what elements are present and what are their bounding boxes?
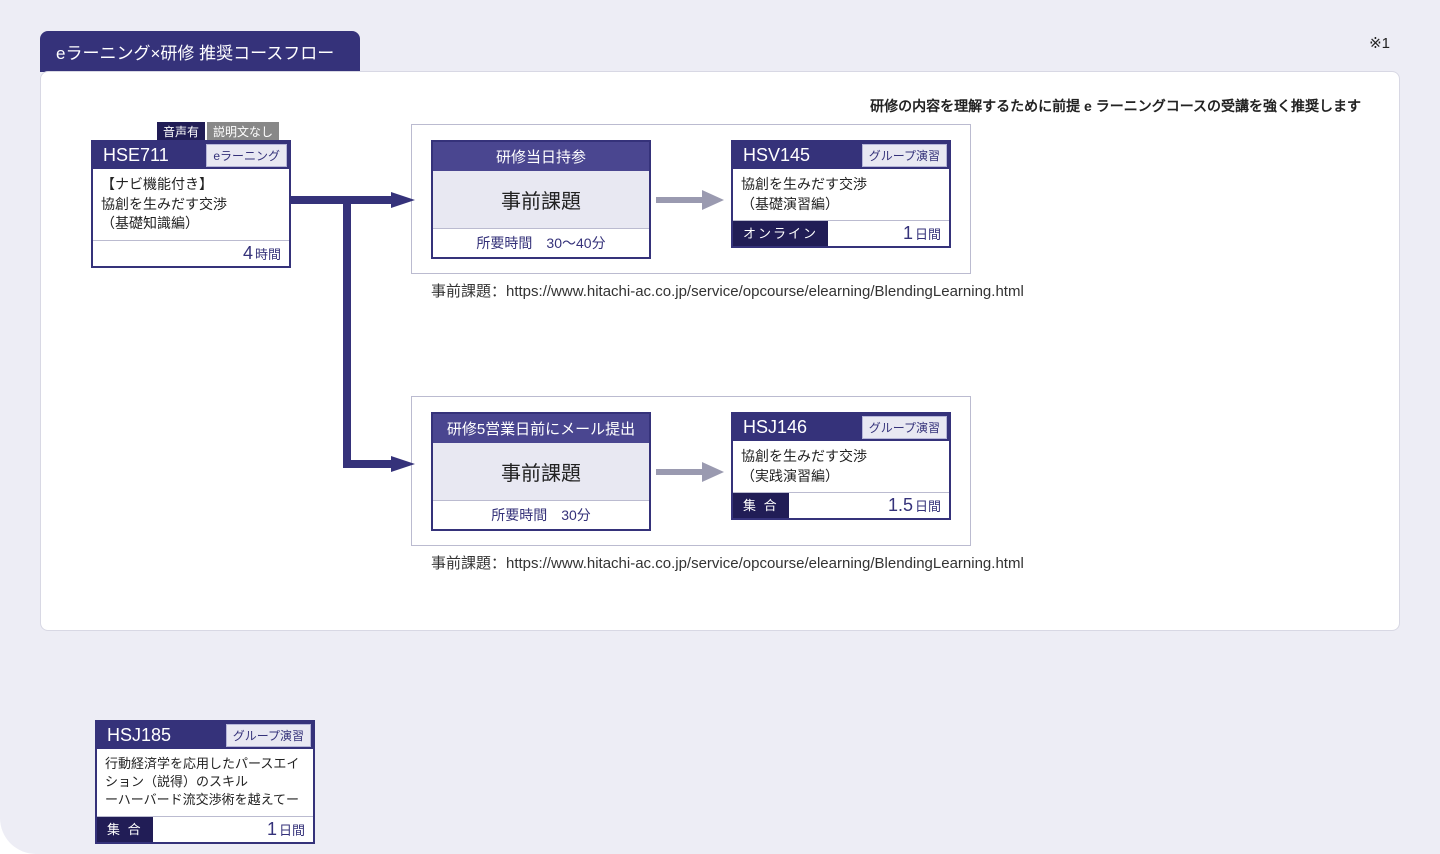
corner-note: ※1: [1369, 34, 1390, 52]
task-body: 事前課題: [433, 171, 649, 228]
pre-task-1: 研修当日持参 事前課題 所要時間 30～40分: [431, 140, 651, 259]
card-duration: 4時間: [93, 241, 289, 266]
card-tag: eラーニング: [206, 144, 287, 167]
card-mode: オンライン: [733, 221, 828, 246]
task-body: 事前課題: [433, 443, 649, 500]
flow-arrow-branch: [291, 192, 421, 482]
recommend-text: 研修の内容を理解するために前提 e ラーニングコースの受講を強く推奨します: [69, 96, 1361, 116]
task-footer: 所要時間 30分: [433, 500, 649, 529]
task-header: 研修当日持参: [433, 142, 649, 171]
card-tag: グループ演習: [862, 416, 947, 439]
card-body: 行動経済学を応用したパースエイション（説得）のスキル ーハーバード流交渉術を越え…: [97, 749, 313, 817]
card-tag: グループ演習: [226, 724, 311, 747]
page: ※1 eラーニング×研修 推奨コースフロー 研修の内容を理解するために前提 e …: [0, 0, 1440, 854]
card-body: 【ナビ機能付き】 協創を生みだす交渉 （基礎知識編）: [93, 169, 289, 241]
card-duration: 1.5日間: [789, 493, 949, 518]
card-code: HSV145: [743, 145, 810, 166]
card-mode: 集 合: [97, 817, 153, 842]
course-card-hsj185: HSJ185 グループ演習 行動経済学を応用したパースエイション（説得）のスキル…: [95, 720, 315, 844]
caption-1: 事前課題：https://www.hitachi-ac.co.jp/servic…: [431, 280, 1024, 301]
course-card-hsj146: HSJ146 グループ演習 協創を生みだす交渉 （実践演習編） 集 合 1.5日…: [731, 412, 951, 520]
task-header: 研修5営業日前にメール提出: [433, 414, 649, 443]
card-duration: 1日間: [828, 221, 949, 246]
pre-task-2: 研修5営業日前にメール提出 事前課題 所要時間 30分: [431, 412, 651, 531]
card-a-pills: 音声有 説明文なし: [157, 122, 279, 141]
section-tab: eラーニング×研修 推奨コースフロー: [40, 31, 360, 72]
course-card-hsv145: HSV145 グループ演習 協創を生みだす交渉 （基礎演習編） オンライン 1日…: [731, 140, 951, 248]
card-mode: 集 合: [733, 493, 789, 518]
card-code: HSJ185: [107, 725, 171, 746]
course-card-hse711: HSE711 eラーニング 【ナビ機能付き】 協創を生みだす交渉 （基礎知識編）…: [91, 140, 291, 268]
pill-no-desc: 説明文なし: [207, 122, 279, 141]
pill-audio: 音声有: [157, 122, 205, 141]
card-tag: グループ演習: [862, 144, 947, 167]
flow-panel: 研修の内容を理解するために前提 e ラーニングコースの受講を強く推奨します 音声…: [40, 71, 1400, 631]
caption-2: 事前課題：https://www.hitachi-ac.co.jp/servic…: [431, 552, 1024, 573]
card-duration: 1日間: [153, 817, 313, 842]
task-footer: 所要時間 30～40分: [433, 228, 649, 257]
card-code: HSJ146: [743, 417, 807, 438]
flow-arrow-small-1: [656, 190, 726, 210]
card-body: 協創を生みだす交渉 （実践演習編）: [733, 441, 949, 493]
card-body: 協創を生みだす交渉 （基礎演習編）: [733, 169, 949, 221]
card-code: HSE711: [103, 145, 169, 166]
flow-arrow-small-2: [656, 462, 726, 482]
